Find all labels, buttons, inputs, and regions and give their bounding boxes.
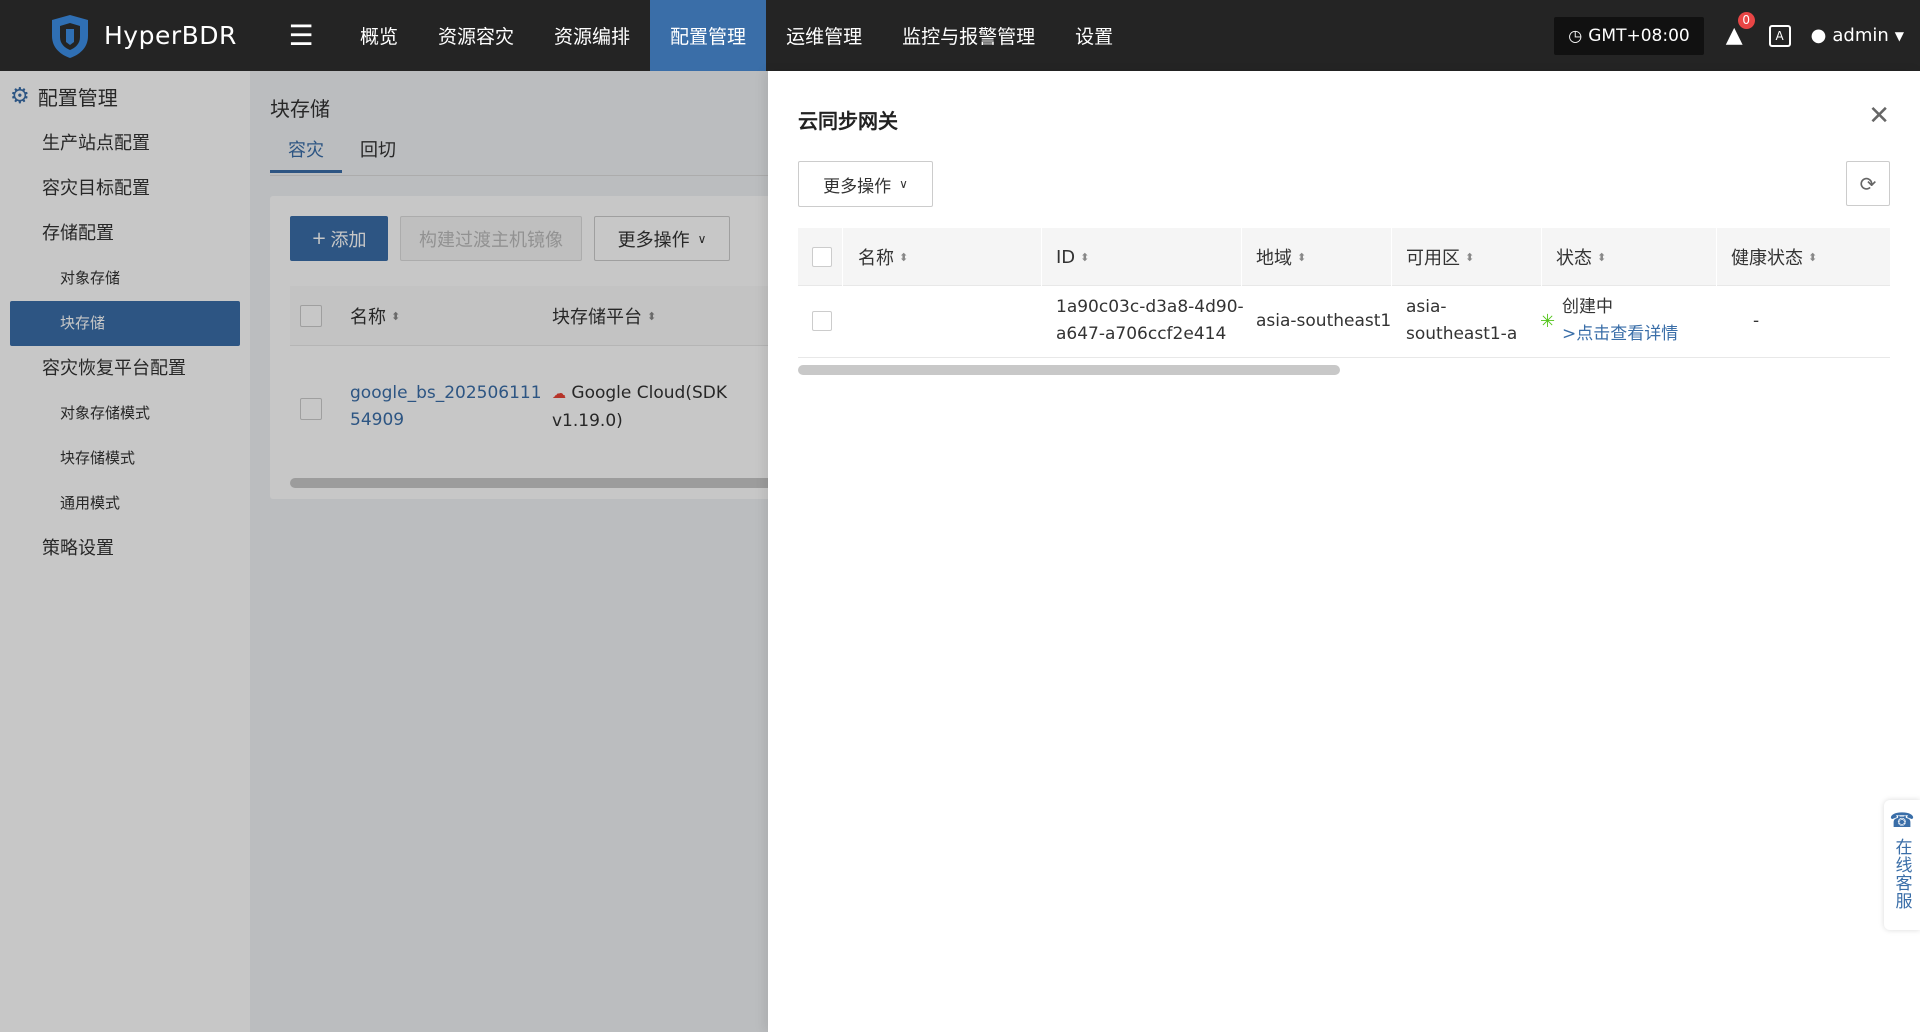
drawer-column-health[interactable]: 健康状态 ⬍ <box>1731 228 1817 286</box>
drawer-horizontal-scrollbar[interactable] <box>798 365 1340 375</box>
caret-down-icon: ▼ <box>1894 28 1904 43</box>
nav-config-management[interactable]: 配置管理 <box>650 0 767 71</box>
gateway-id-line1: 1a90c03c-d3a8-4d90- <box>1056 297 1244 317</box>
drawer-select-all-checkbox[interactable] <box>812 228 832 286</box>
gateway-status: 创建中 >点击查看详情 <box>1562 294 1678 348</box>
status-text: 创建中 <box>1562 297 1613 317</box>
gateway-id-line2: a647-a706ccf2e414 <box>1056 324 1227 344</box>
language-icon[interactable]: A <box>1768 24 1791 47</box>
drawer-column-status-label: 状态 <box>1556 248 1592 269</box>
menu-toggle-icon[interactable]: ☰ <box>276 19 326 52</box>
chevron-down-icon: ∨ <box>899 177 908 191</box>
loading-spinner-icon: ✳ <box>1540 311 1556 332</box>
clock-icon: ◷ <box>1568 26 1583 45</box>
view-details-link[interactable]: >点击查看详情 <box>1562 321 1678 348</box>
online-support-widget[interactable]: ☎ 在线客服 <box>1884 800 1920 930</box>
timezone-label: GMT+08:00 <box>1588 25 1690 46</box>
drawer-more-actions-label: 更多操作 <box>823 176 892 197</box>
gateway-zone-line1: asia- <box>1406 297 1447 317</box>
sort-icon: ⬍ <box>1465 250 1475 264</box>
drawer-title: 云同步网关 <box>798 109 898 133</box>
nav-resource-orchestration[interactable]: 资源编排 <box>534 0 650 71</box>
column-divider <box>1541 228 1542 286</box>
column-divider <box>1041 228 1042 286</box>
drawer-column-status[interactable]: 状态 ⬍ <box>1556 228 1606 286</box>
close-icon[interactable]: ✕ <box>1868 101 1890 131</box>
drawer-column-id[interactable]: ID ⬍ <box>1056 228 1089 286</box>
alert-bell[interactable]: ▲ 0 <box>1726 12 1755 48</box>
table-row: 1a90c03c-d3a8-4d90- a647-a706ccf2e414 as… <box>798 286 1890 358</box>
drawer-column-region-label: 地域 <box>1256 248 1292 269</box>
drawer-backdrop[interactable] <box>0 71 768 1032</box>
nav-resource-dr[interactable]: 资源容灾 <box>418 0 534 71</box>
column-divider <box>1241 228 1242 286</box>
sort-icon: ⬍ <box>1297 250 1307 264</box>
drawer-row-checkbox[interactable] <box>812 311 832 340</box>
top-navbar: HyperBDR ☰ 概览 资源容灾 资源编排 配置管理 运维管理 监控与报警管… <box>0 0 1920 71</box>
refresh-icon[interactable]: ⟳ <box>1846 161 1890 206</box>
timezone-display[interactable]: ◷ GMT+08:00 <box>1554 16 1704 55</box>
column-divider <box>842 228 843 286</box>
nav-settings[interactable]: 设置 <box>1055 0 1133 71</box>
drawer-column-zone-label: 可用区 <box>1406 248 1460 269</box>
gateway-id: 1a90c03c-d3a8-4d90- a647-a706ccf2e414 <box>1056 294 1244 348</box>
logo[interactable]: HyperBDR <box>46 12 276 60</box>
drawer-column-zone[interactable]: 可用区 ⬍ <box>1406 228 1474 286</box>
online-support-label: 在线客服 <box>1891 838 1912 910</box>
sort-icon: ⬍ <box>1597 250 1607 264</box>
column-divider <box>1391 228 1392 286</box>
headset-icon: ☎ <box>1889 808 1915 832</box>
drawer-column-name-label: 名称 <box>858 248 894 269</box>
sort-icon: ⬍ <box>1808 250 1818 264</box>
cloud-sync-gateway-drawer: 云同步网关 ✕ 更多操作 ∨ ⟳ 名称 ⬍ ID ⬍ 地域 ⬍ 可用区 ⬍ 状态 ⬍ 健康… <box>768 71 1920 1032</box>
drawer-column-region[interactable]: 地域 ⬍ <box>1256 228 1306 286</box>
column-divider <box>1716 228 1717 286</box>
nav-monitoring-alerts[interactable]: 监控与报警管理 <box>882 0 1055 71</box>
drawer-more-actions-button[interactable]: 更多操作 ∨ <box>798 161 933 207</box>
username: admin <box>1832 25 1889 46</box>
sort-icon: ⬍ <box>899 250 909 264</box>
drawer-column-id-label: ID <box>1056 246 1076 268</box>
drawer-table-header: 名称 ⬍ ID ⬍ 地域 ⬍ 可用区 ⬍ 状态 ⬍ 健康状态 ⬍ <box>798 228 1890 286</box>
main-nav: 概览 资源容灾 资源编排 配置管理 运维管理 监控与报警管理 设置 <box>340 0 1133 71</box>
drawer-column-health-label: 健康状态 <box>1731 248 1803 269</box>
gateway-zone: asia- southeast1-a <box>1406 294 1517 348</box>
shield-logo-icon <box>52 14 88 58</box>
gateway-health: - <box>1753 311 1760 331</box>
drawer-column-name[interactable]: 名称 ⬍ <box>858 228 908 286</box>
sort-icon: ⬍ <box>1080 250 1090 264</box>
brand-name: HyperBDR <box>104 21 237 50</box>
gateway-region: asia-southeast1 <box>1256 311 1392 331</box>
gateway-zone-line2: southeast1-a <box>1406 324 1518 344</box>
nav-overview[interactable]: 概览 <box>340 0 418 71</box>
alert-count-badge: 0 <box>1737 12 1755 29</box>
nav-operations[interactable]: 运维管理 <box>766 0 882 71</box>
user-menu[interactable]: ● admin ▼ <box>1811 25 1904 46</box>
user-icon: ● <box>1810 25 1827 46</box>
